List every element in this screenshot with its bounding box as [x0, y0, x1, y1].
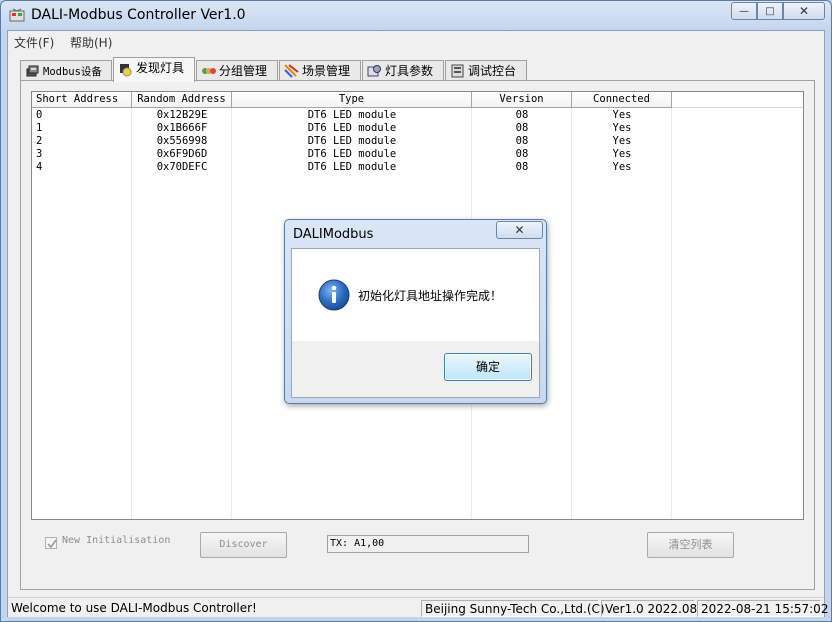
dialog-ok-button[interactable]: 确定 — [444, 353, 532, 381]
table-row[interactable]: 2 0x556998 DT6 LED module 08 Yes — [32, 135, 803, 148]
table-row[interactable]: 0 0x12B29E DT6 LED module 08 Yes — [32, 109, 803, 122]
status-welcome: Welcome to use DALI-Modbus Controller! — [11, 601, 257, 615]
debug-console-icon — [451, 64, 464, 78]
cell-short-address: 4 — [36, 161, 43, 173]
tab-label: 灯具参数 — [385, 64, 434, 78]
dialog-title: DALIModbus — [293, 227, 374, 242]
status-company: Beijing Sunny-Tech Co.,Ltd.(C) — [421, 600, 605, 617]
cell-version: 08 — [515, 148, 529, 160]
cell-connected: Yes — [612, 122, 632, 134]
clear-list-button[interactable]: 清空列表 — [647, 532, 734, 558]
cell-random-address: 0x70DEFC — [156, 161, 208, 173]
lamp-params-icon — [367, 65, 381, 77]
cell-version: 08 — [515, 122, 529, 134]
column-header-type[interactable]: Type — [232, 92, 472, 108]
list-header: Short Address Random Address Type Versio… — [32, 92, 803, 108]
cell-random-address: 0x1B666F — [156, 122, 208, 134]
info-icon — [318, 279, 350, 311]
caption-buttons: — □ ✕ — [731, 2, 825, 20]
tab-label: Modbus设备 — [43, 66, 102, 78]
cell-random-address: 0x556998 — [156, 135, 208, 147]
cell-connected: Yes — [612, 148, 632, 160]
cell-short-address: 3 — [36, 148, 43, 160]
menu-bar: 文件(F) 帮助(H) — [8, 31, 824, 51]
tab-lamp-parameters[interactable]: 灯具参数 — [362, 60, 444, 81]
scene-icon — [284, 64, 299, 78]
message-dialog: DALIModbus ✕ 初始化灯具地址操作完成！ 确定 — [284, 219, 547, 404]
table-row[interactable]: 1 0x1B666F DT6 LED module 08 Yes — [32, 122, 803, 135]
menu-help[interactable]: 帮助(H) — [70, 34, 112, 51]
app-icon — [9, 8, 25, 22]
dialog-close-button[interactable]: ✕ — [496, 221, 543, 239]
cell-random-address: 0x6F9D6D — [156, 148, 208, 160]
tab-label: 场景管理 — [302, 64, 351, 78]
cell-random-address: 0x12B29E — [156, 109, 208, 121]
tx-display: TX: A1,00 — [327, 535, 529, 553]
new-initialisation-label: New Initialisation — [62, 535, 171, 546]
status-datetime: 2022-08-21 15:57:02 — [697, 600, 828, 617]
cell-connected: Yes — [612, 109, 632, 121]
column-header-version[interactable]: Version — [472, 92, 572, 108]
window-title: DALI-Modbus Controller Ver1.0 — [31, 7, 246, 23]
table-row[interactable]: 4 0x70DEFC DT6 LED module 08 Yes — [32, 161, 803, 174]
cell-type: DT6 LED module — [307, 148, 397, 160]
tab-scene-management[interactable]: 场景管理 — [279, 60, 361, 81]
controls-row: New Initialisation Discover TX: A1,00 清空… — [31, 529, 806, 569]
table-row[interactable]: 3 0x6F9D6D DT6 LED module 08 Yes — [32, 148, 803, 161]
dialog-message: 初始化灯具地址操作完成！ — [358, 289, 503, 303]
network-device-icon — [26, 65, 39, 77]
cell-connected: Yes — [612, 161, 632, 173]
cell-short-address: 0 — [36, 109, 43, 121]
tab-discover-lamps[interactable]: 发现灯具 — [113, 57, 195, 82]
minimize-button[interactable]: — — [731, 2, 757, 20]
tab-label: 调试控台 — [468, 64, 517, 78]
cell-type: DT6 LED module — [307, 122, 397, 134]
cell-version: 08 — [515, 109, 529, 121]
cell-type: DT6 LED module — [307, 161, 397, 173]
tab-modbus-device[interactable]: Modbus设备 — [20, 60, 112, 81]
cell-type: DT6 LED module — [307, 135, 397, 147]
status-version: Ver1.0 2022.08 — [601, 600, 697, 617]
cell-version: 08 — [515, 135, 529, 147]
cell-short-address: 2 — [36, 135, 43, 147]
new-initialisation-checkbox[interactable] — [45, 537, 57, 549]
column-header-random-address[interactable]: Random Address — [132, 92, 232, 108]
discover-lamp-icon — [120, 64, 132, 77]
title-bar[interactable]: DALI-Modbus Controller Ver1.0 — □ ✕ — [1, 1, 831, 29]
tab-debug-console[interactable]: 调试控台 — [445, 60, 527, 81]
maximize-button[interactable]: □ — [757, 2, 783, 20]
check-icon — [47, 539, 57, 549]
dialog-body: 初始化灯具地址操作完成！ 确定 — [291, 248, 540, 398]
cell-short-address: 1 — [36, 122, 43, 134]
cell-version: 08 — [515, 161, 529, 173]
menu-file[interactable]: 文件(F) — [14, 34, 54, 51]
dialog-message-area: 初始化灯具地址操作完成！ — [292, 249, 539, 341]
tab-group-management[interactable]: 分组管理 — [196, 60, 278, 81]
cell-connected: Yes — [612, 135, 632, 147]
status-bar: Welcome to use DALI-Modbus Controller! B… — [8, 597, 828, 617]
discover-button[interactable]: Discover — [200, 532, 287, 558]
column-header-connected[interactable]: Connected — [572, 92, 672, 108]
cell-type: DT6 LED module — [307, 109, 397, 121]
tab-label: 分组管理 — [219, 64, 268, 78]
group-icon — [202, 68, 216, 74]
column-header-short-address[interactable]: Short Address — [32, 92, 132, 108]
close-button[interactable]: ✕ — [783, 2, 825, 20]
tab-label: 发现灯具 — [136, 61, 185, 75]
